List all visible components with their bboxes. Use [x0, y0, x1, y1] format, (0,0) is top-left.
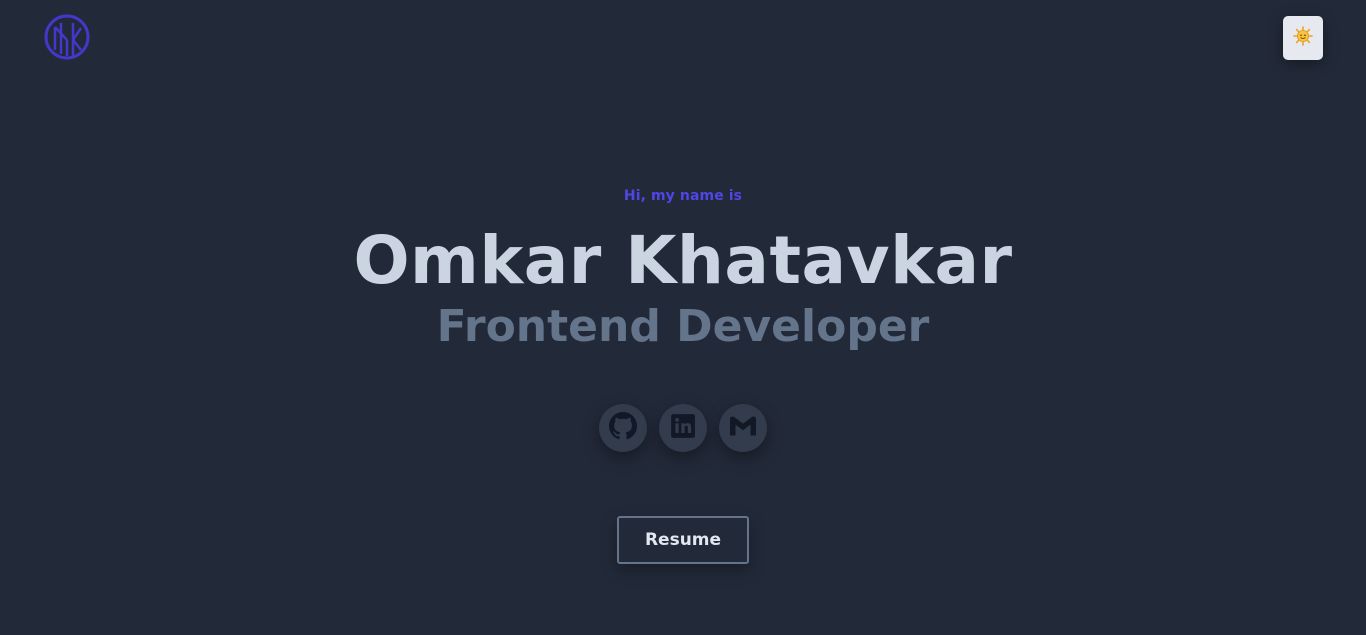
- gmail-icon: [729, 415, 757, 441]
- role-subheading: Frontend Developer: [436, 301, 930, 352]
- linkedin-icon: [670, 413, 696, 443]
- mk-logo-icon[interactable]: [44, 14, 90, 60]
- github-link[interactable]: [599, 404, 647, 452]
- resume-button[interactable]: Resume: [617, 516, 749, 564]
- name-heading: Omkar Khatavkar: [353, 222, 1013, 299]
- sun-face-icon: [1293, 26, 1313, 50]
- page: Hi, my name is Omkar Khatavkar Frontend …: [0, 0, 1366, 635]
- gmail-link[interactable]: [719, 404, 767, 452]
- github-icon: [609, 412, 637, 444]
- social-links: [599, 404, 767, 452]
- linkedin-link[interactable]: [659, 404, 707, 452]
- theme-toggle-button[interactable]: [1283, 16, 1323, 60]
- greeting-text: Hi, my name is: [623, 188, 743, 204]
